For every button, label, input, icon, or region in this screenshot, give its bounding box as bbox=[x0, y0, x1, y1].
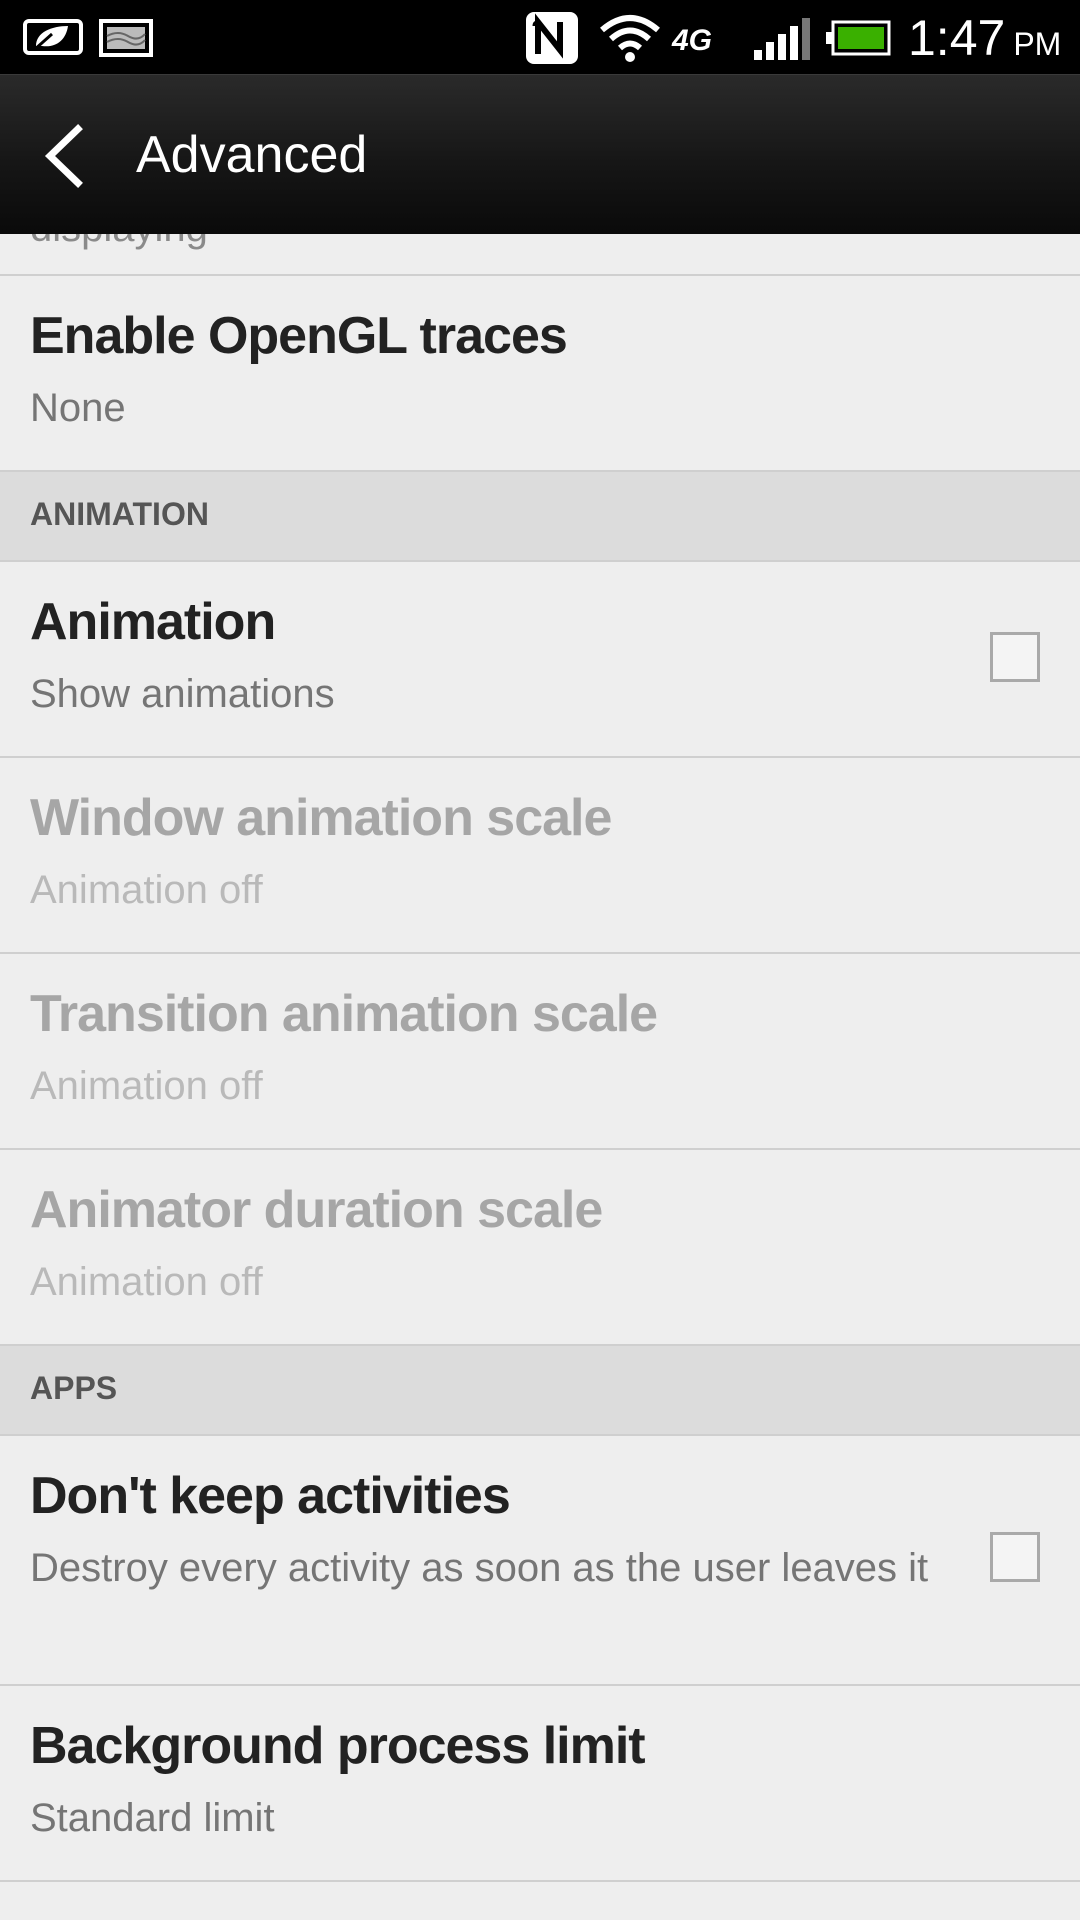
clock-ampm: PM bbox=[1013, 26, 1062, 62]
wifi-icon bbox=[600, 15, 660, 62]
pref-summary: Animation off bbox=[30, 1260, 263, 1304]
pref-title: Animator duration scale bbox=[30, 1181, 603, 1239]
4g-icon: 4G bbox=[672, 24, 713, 57]
partial-item-text: displaying bbox=[30, 234, 208, 251]
list-item-partial: displaying bbox=[0, 234, 1080, 274]
section-header-apps: APPS bbox=[0, 1346, 1080, 1434]
pref-summary: Standard limit bbox=[30, 1796, 275, 1840]
pref-background-process-limit[interactable]: Background process limit Standard limit bbox=[0, 1686, 1080, 1880]
leaf-notification-icon bbox=[23, 19, 83, 55]
pref-title: Background process limit bbox=[30, 1717, 646, 1775]
pref-title: Window animation scale bbox=[30, 789, 612, 847]
status-bar: 4G 1:47 PM bbox=[0, 0, 1080, 74]
pref-title: Don't keep activities bbox=[30, 1467, 511, 1525]
back-arrow-icon[interactable] bbox=[36, 121, 96, 191]
signal-icon bbox=[754, 18, 810, 60]
animation-checkbox[interactable] bbox=[990, 632, 1040, 682]
settings-list[interactable]: displaying Enable OpenGL traces None ANI… bbox=[0, 234, 1080, 1920]
page-title: Advanced bbox=[136, 126, 368, 184]
action-bar: Advanced bbox=[0, 74, 1080, 234]
pref-enable-opengl-traces[interactable]: Enable OpenGL traces None bbox=[0, 276, 1080, 470]
pref-summary: Show animations bbox=[30, 672, 335, 716]
pref-transition-animation-scale: Transition animation scale Animation off bbox=[0, 954, 1080, 1148]
image-notification-icon bbox=[99, 19, 153, 57]
section-header-animation: ANIMATION bbox=[0, 472, 1080, 560]
pref-animation[interactable]: Animation Show animations bbox=[0, 562, 1080, 756]
pref-window-animation-scale: Window animation scale Animation off bbox=[0, 758, 1080, 952]
pref-animator-duration-scale: Animator duration scale Animation off bbox=[0, 1150, 1080, 1344]
pref-title: Enable OpenGL traces bbox=[30, 307, 568, 365]
battery-icon bbox=[826, 20, 891, 56]
pref-dont-keep-activities[interactable]: Don't keep activities Destroy every acti… bbox=[0, 1436, 1080, 1684]
pref-summary: Destroy every activity as soon as the us… bbox=[30, 1546, 929, 1590]
clock-time: 1:47 bbox=[908, 10, 1006, 66]
section-header-label: APPS bbox=[30, 1370, 118, 1406]
clock: 1:47 PM bbox=[908, 8, 1061, 68]
pref-summary: Animation off bbox=[30, 1064, 263, 1108]
pref-title: Transition animation scale bbox=[30, 985, 658, 1043]
nfc-icon bbox=[526, 12, 578, 64]
section-header-label: ANIMATION bbox=[30, 496, 209, 532]
dont-keep-activities-checkbox[interactable] bbox=[990, 1532, 1040, 1582]
pref-title: Animation bbox=[30, 593, 276, 651]
divider bbox=[0, 1880, 1080, 1882]
pref-summary: None bbox=[30, 386, 126, 430]
pref-summary: Animation off bbox=[30, 868, 263, 912]
